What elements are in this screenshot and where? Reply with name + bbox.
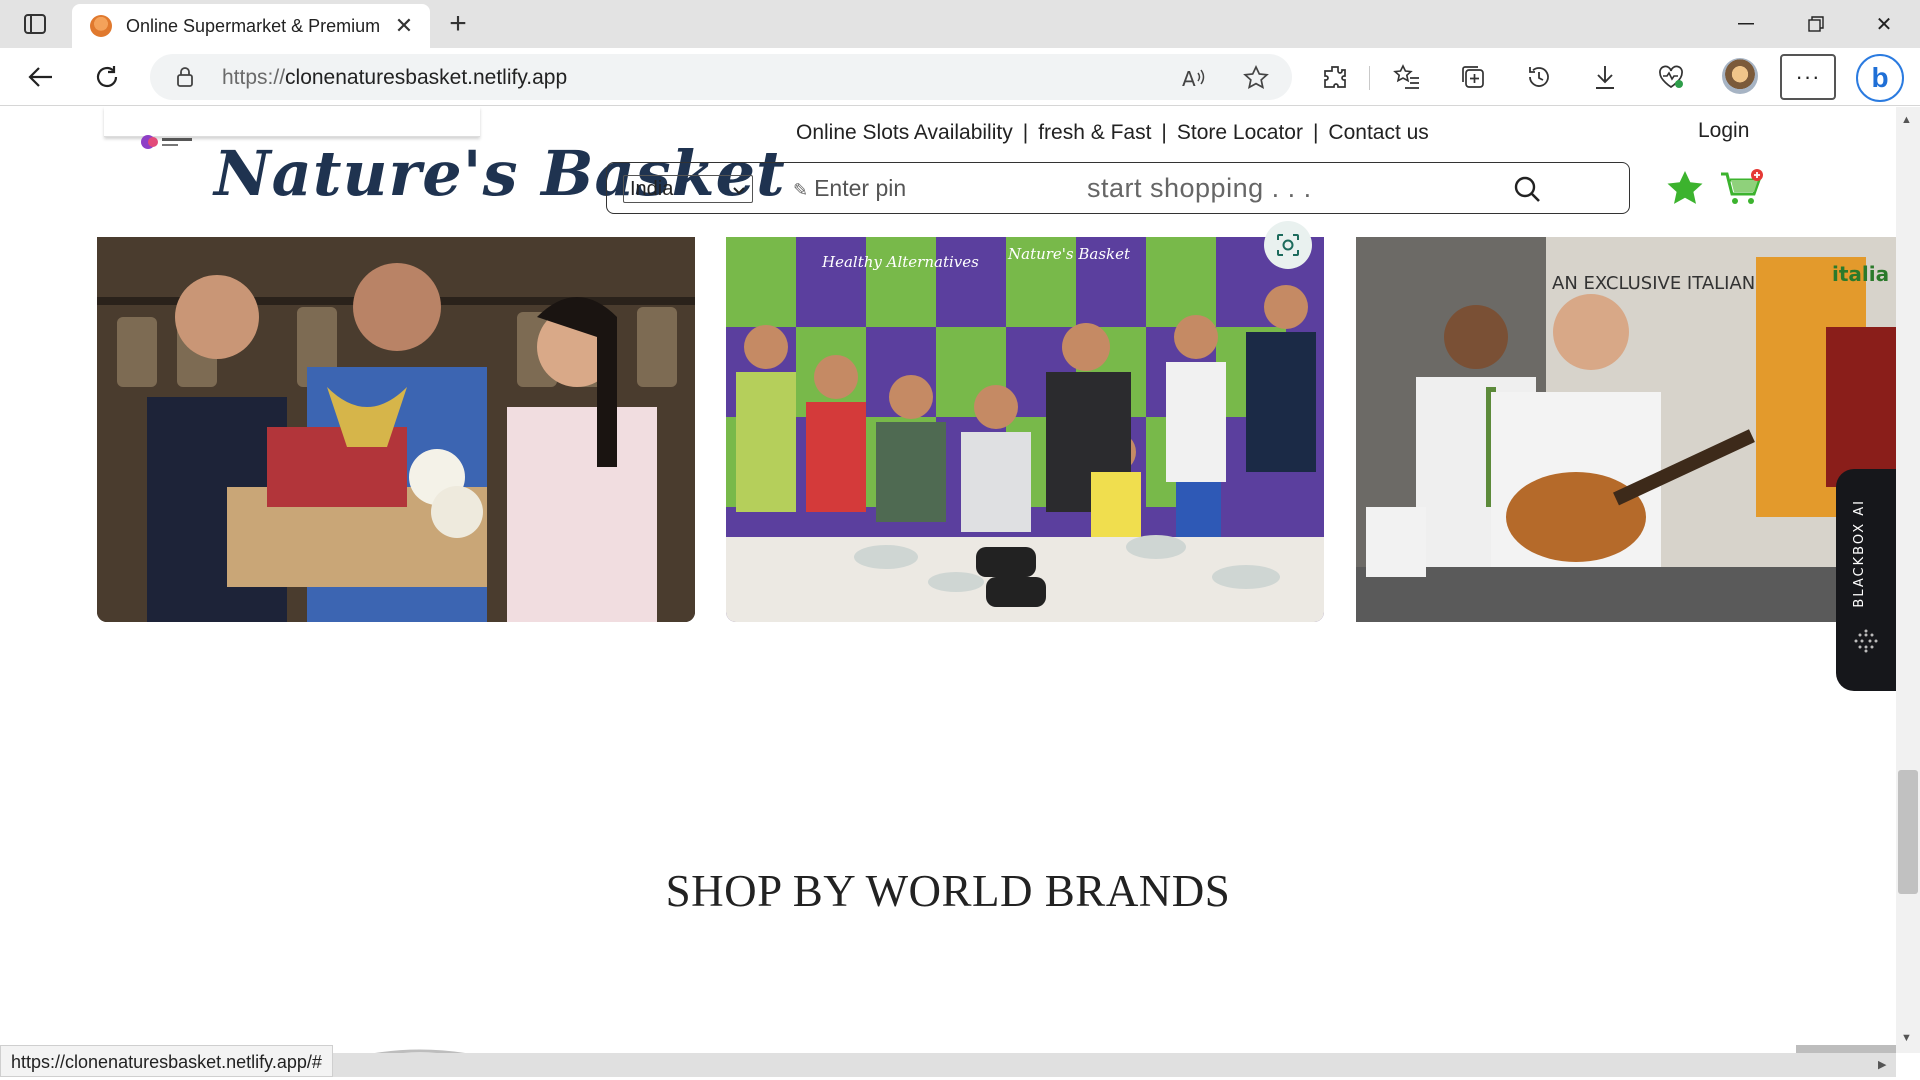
lock-icon[interactable]: [176, 66, 194, 93]
favorite-star-icon[interactable]: [1242, 64, 1270, 92]
section-title-world-brands: SHOP BY WORLD BRANDS: [665, 866, 1231, 916]
browser-tab-bar: Online Supermarket & Premium G ✕ + ✕: [0, 0, 1920, 48]
chevron-down-icon: [732, 180, 746, 203]
blackbox-label: BLACKBOX AI: [1852, 499, 1867, 608]
history-icon[interactable]: [1522, 60, 1556, 94]
tab-actions-icon[interactable]: [18, 10, 52, 38]
pin-input[interactable]: ✎ Enter pin: [793, 175, 906, 202]
new-tab-icon[interactable]: +: [442, 7, 474, 40]
event-photo-kids-workshop: Healthy Alternatives Nature's Basket: [726, 237, 1324, 622]
link-separator: |: [1312, 121, 1319, 144]
read-aloud-icon[interactable]: A: [1180, 64, 1208, 92]
hamper-photo-illustration: [97, 237, 695, 622]
top-links-nav: Online Slots Availability | fresh & Fast | S…: [796, 121, 1429, 145]
browser-essentials-icon[interactable]: [1654, 60, 1688, 94]
link-contact-us[interactable]: Contact us: [1328, 121, 1428, 144]
favorites-list-icon[interactable]: [1390, 60, 1424, 94]
url-host: clonenaturesbasket.netlify.app: [285, 66, 568, 89]
culinary-demo-illustration: AN EXCLUSIVE ITALIAN CULINARY italia: [1356, 237, 1896, 622]
visual-search-icon[interactable]: [1264, 221, 1312, 269]
vertical-scrollbar[interactable]: [1896, 107, 1920, 1053]
vertical-scroll-thumb[interactable]: [1898, 770, 1918, 894]
brand-logo-partial: [375, 1049, 465, 1053]
banner-italia: italia: [1832, 262, 1889, 286]
link-fresh-fast[interactable]: fresh & Fast: [1038, 121, 1151, 144]
wishlist-star-icon[interactable]: [1664, 167, 1706, 209]
url-protocol: https://: [222, 66, 286, 89]
link-separator: |: [1161, 121, 1167, 144]
close-tab-icon[interactable]: ✕: [392, 13, 416, 38]
pencil-icon: ✎: [793, 180, 809, 200]
bing-copilot-icon[interactable]: b: [1856, 54, 1904, 102]
link-store-locator[interactable]: Store Locator: [1177, 121, 1303, 144]
browser-tab[interactable]: Online Supermarket & Premium G ✕: [72, 4, 430, 48]
kids-workshop-illustration: Healthy Alternatives Nature's Basket: [726, 237, 1324, 622]
close-window-icon[interactable]: ✕: [1866, 6, 1902, 42]
link-separator: |: [1022, 121, 1029, 144]
toolbar-divider: [1369, 66, 1370, 90]
search-icon[interactable]: [1513, 175, 1541, 208]
downloads-icon[interactable]: [1588, 60, 1622, 94]
scroll-up-arrow-icon[interactable]: ▲: [1901, 114, 1912, 126]
pin-placeholder: Enter pin: [814, 175, 907, 201]
svg-text:A: A: [1182, 67, 1196, 89]
browser-toolbar: https://clonenaturesbasket.netlify.app A…: [0, 48, 1920, 106]
search-bar: India ✎ Enter pin start shopping . . .: [606, 162, 1630, 214]
tab-title: Online Supermarket & Premium G: [126, 15, 382, 36]
site-favicon-icon: [90, 15, 112, 37]
event-photo-culinary-demo: AN EXCLUSIVE ITALIAN CULINARY italia: [1356, 237, 1896, 622]
event-photo-hamper: [97, 237, 695, 622]
country-value: India: [630, 177, 674, 200]
blackbox-dots-icon: [1854, 629, 1878, 653]
blackbox-ai-widget[interactable]: BLACKBOX AI: [1836, 469, 1896, 691]
country-select[interactable]: India: [623, 175, 753, 203]
restore-icon[interactable]: [1798, 6, 1834, 42]
banner-natures-basket: Nature's Basket: [1007, 245, 1131, 263]
settings-more-button[interactable]: ···: [1780, 54, 1836, 100]
link-online-slots[interactable]: Online Slots Availability: [796, 121, 1013, 144]
page-viewport: Online Slots Availability | fresh & Fast | S…: [0, 107, 1896, 1053]
address-bar[interactable]: https://clonenaturesbasket.netlify.app A: [150, 54, 1292, 100]
status-bar-url: https://clonenaturesbasket.netlify.app/#: [0, 1045, 333, 1077]
cart-icon[interactable]: [1718, 165, 1766, 211]
back-arrow-icon[interactable]: [22, 58, 60, 96]
collections-icon[interactable]: [1456, 60, 1490, 94]
horizontal-scroll-thumb[interactable]: [1796, 1045, 1896, 1053]
minimize-icon[interactable]: [1728, 6, 1764, 42]
scroll-down-arrow-icon[interactable]: ▼: [1901, 1032, 1912, 1044]
profile-avatar[interactable]: [1722, 58, 1758, 94]
url-text: https://clonenaturesbasket.netlify.app: [222, 66, 567, 90]
search-input[interactable]: start shopping . . .: [1087, 173, 1312, 204]
scroll-right-arrow-icon[interactable]: ▶: [1878, 1058, 1886, 1071]
banner-healthy-alternatives: Healthy Alternatives: [821, 253, 979, 271]
extensions-icon[interactable]: [1318, 60, 1352, 94]
reload-icon[interactable]: [88, 58, 126, 96]
login-link[interactable]: Login: [1698, 119, 1749, 143]
